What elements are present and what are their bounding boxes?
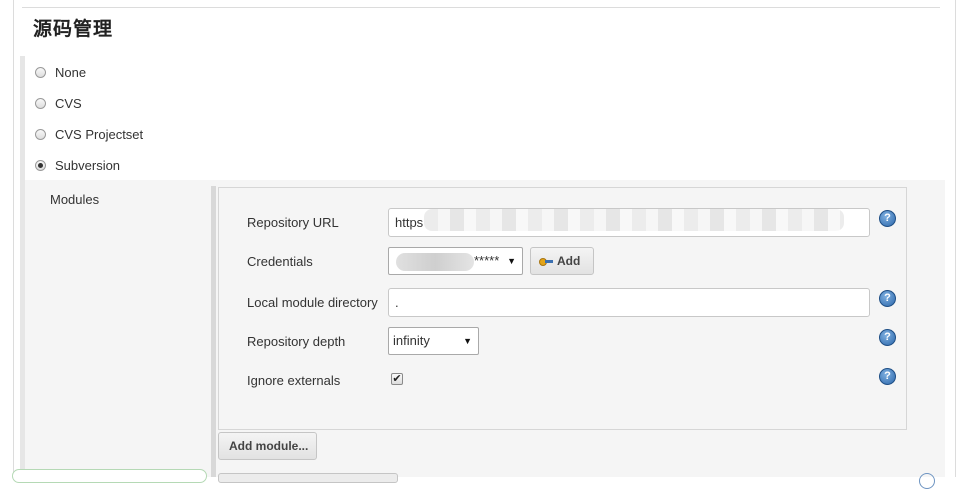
repository-depth-select[interactable]: infinity ▼ xyxy=(388,327,479,355)
help-icon[interactable]: ? xyxy=(879,329,896,346)
help-icon[interactable]: ? xyxy=(879,210,896,227)
add-module-button[interactable]: Add module... xyxy=(218,432,317,460)
help-icon[interactable]: ? xyxy=(879,290,896,307)
partial-button[interactable] xyxy=(218,473,398,483)
repository-depth-value: infinity xyxy=(393,333,430,348)
repository-depth-label: Repository depth xyxy=(247,334,346,349)
local-module-directory-label: Local module directory xyxy=(247,295,378,310)
divider xyxy=(22,7,940,8)
redacted-credential xyxy=(396,253,474,271)
radio-label: None xyxy=(55,64,87,80)
radio-cvs-projectset[interactable]: CVS Projectset xyxy=(35,124,143,144)
radio-label: CVS Projectset xyxy=(55,126,144,142)
radio-subversion[interactable]: Subversion xyxy=(35,155,120,175)
modules-indent-bar xyxy=(211,186,216,477)
local-module-directory-value: . xyxy=(395,295,399,310)
ignore-externals-checkbox[interactable]: ✔ xyxy=(391,373,403,385)
dropdown-arrow-icon: ▼ xyxy=(463,336,472,346)
add-credentials-button[interactable]: Add xyxy=(530,247,594,275)
radio-button[interactable] xyxy=(35,97,46,109)
radio-button[interactable] xyxy=(35,66,46,78)
partial-help-icon[interactable] xyxy=(919,473,935,489)
add-credentials-label: Add xyxy=(557,254,581,268)
dropdown-arrow-icon: ▼ xyxy=(507,256,516,266)
redacted-url xyxy=(424,209,844,231)
repository-url-value: https xyxy=(395,215,424,230)
section-title: 源码管理 xyxy=(33,18,114,40)
add-module-label: Add module... xyxy=(229,439,309,453)
radio-none[interactable]: None xyxy=(35,62,86,82)
ignore-externals-label: Ignore externals xyxy=(247,373,341,388)
repository-url-label: Repository URL xyxy=(247,215,339,230)
radio-button-selected[interactable] xyxy=(35,159,46,171)
radio-cvs[interactable]: CVS xyxy=(35,93,82,113)
radio-label: CVS xyxy=(55,95,82,111)
credentials-label: Credentials xyxy=(247,254,313,269)
credentials-value: ***** xyxy=(474,253,500,268)
local-module-directory-input[interactable]: . xyxy=(388,288,870,317)
radio-button[interactable] xyxy=(35,128,46,140)
radio-label: Subversion xyxy=(55,157,121,173)
modules-label: Modules xyxy=(50,192,100,207)
help-icon[interactable]: ? xyxy=(879,368,896,385)
key-icon xyxy=(539,256,555,266)
partial-element xyxy=(12,469,207,483)
